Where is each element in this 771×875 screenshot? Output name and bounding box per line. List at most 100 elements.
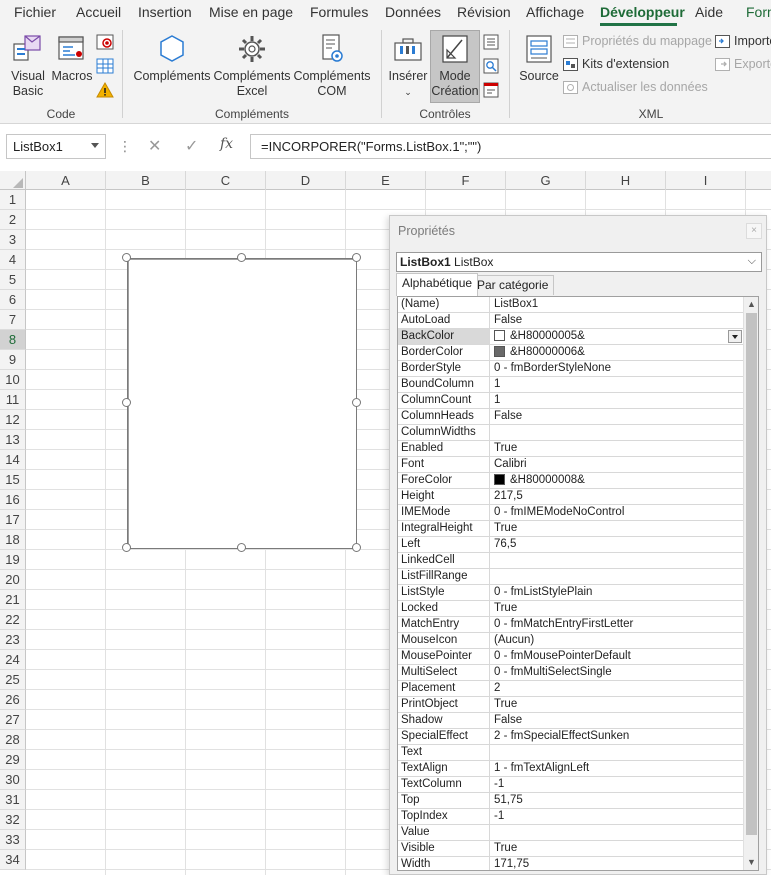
row-header[interactable]: 18 <box>0 530 26 550</box>
property-row[interactable]: AutoLoad False <box>398 313 744 329</box>
formula-input[interactable]: =INCORPORER("Forms.ListBox.1";"") <box>250 134 771 159</box>
property-row[interactable]: ListFillRange <box>398 569 744 585</box>
row-header[interactable]: 30 <box>0 770 26 790</box>
column-header[interactable]: F <box>426 171 506 190</box>
kits-extension-button[interactable]: Kits d'extension <box>563 57 669 72</box>
property-value[interactable] <box>491 745 744 760</box>
property-row[interactable]: BorderColor &H80000006& <box>398 345 744 361</box>
property-value[interactable] <box>491 553 744 568</box>
column-header[interactable]: A <box>26 171 106 190</box>
property-value[interactable]: &H80000005& <box>491 329 744 344</box>
property-row[interactable]: ListStyle 0 - fmListStylePlain <box>398 585 744 601</box>
property-scrollbar[interactable]: ▲ ▼ <box>743 297 758 870</box>
row-header[interactable]: 32 <box>0 810 26 830</box>
tab-developpeur[interactable]: Développeur <box>600 4 685 20</box>
row-header[interactable]: 8 <box>0 330 26 350</box>
row-header[interactable]: 16 <box>0 490 26 510</box>
tab-insertion[interactable]: Insertion <box>138 4 192 20</box>
row-header[interactable]: 21 <box>0 590 26 610</box>
object-selector[interactable]: ListBox1 ListBox ⌵ <box>396 252 762 272</box>
property-value[interactable]: -1 <box>491 777 744 792</box>
row-header[interactable]: 9 <box>0 350 26 370</box>
property-value[interactable]: ListBox1 <box>491 297 744 312</box>
property-value[interactable]: 0 - fmListStylePlain <box>491 585 744 600</box>
row-header[interactable]: 7 <box>0 310 26 330</box>
property-row[interactable]: Locked True <box>398 601 744 617</box>
row-header[interactable]: 12 <box>0 410 26 430</box>
property-row[interactable]: TextColumn -1 <box>398 777 744 793</box>
macros-button[interactable]: Macros <box>50 32 94 84</box>
tab-par-categorie[interactable]: Par catégorie <box>471 275 555 295</box>
property-value[interactable]: (Aucun) <box>491 633 744 648</box>
property-value[interactable]: True <box>491 441 744 456</box>
row-header[interactable]: 6 <box>0 290 26 310</box>
column-header[interactable]: D <box>266 171 346 190</box>
property-row[interactable]: LinkedCell <box>398 553 744 569</box>
tab-donnees[interactable]: Données <box>385 4 441 20</box>
scroll-up-icon[interactable]: ▲ <box>744 297 758 312</box>
property-row[interactable]: (Name) ListBox1 <box>398 297 744 313</box>
resize-handle-top[interactable] <box>237 253 246 262</box>
property-row[interactable]: Width 171,75 <box>398 857 744 870</box>
tab-formules[interactable]: Formules <box>310 4 368 20</box>
property-value[interactable]: &H80000008& <box>491 473 744 488</box>
property-value[interactable]: 0 - fmBorderStyleNone <box>491 361 744 376</box>
column-header[interactable]: H <box>586 171 666 190</box>
property-value[interactable] <box>491 425 744 440</box>
close-icon[interactable]: × <box>746 223 762 239</box>
row-header[interactable]: 33 <box>0 830 26 850</box>
property-value[interactable]: False <box>491 313 744 328</box>
row-header[interactable]: 15 <box>0 470 26 490</box>
property-row[interactable]: ColumnCount 1 <box>398 393 744 409</box>
property-value[interactable]: 1 <box>491 393 744 408</box>
row-header[interactable]: 31 <box>0 790 26 810</box>
tab-alphabetique[interactable]: Alphabétique <box>396 273 479 296</box>
resize-handle-right[interactable] <box>352 398 361 407</box>
property-row[interactable]: BorderStyle 0 - fmBorderStyleNone <box>398 361 744 377</box>
complements-com-button[interactable]: Compléments COM <box>292 32 372 99</box>
property-row[interactable]: BackColor &H80000005& <box>398 329 744 345</box>
row-header[interactable]: 34 <box>0 850 26 870</box>
property-value[interactable]: False <box>491 713 744 728</box>
row-header[interactable]: 19 <box>0 550 26 570</box>
row-header[interactable]: 5 <box>0 270 26 290</box>
column-header[interactable]: B <box>106 171 186 190</box>
property-value[interactable] <box>491 569 744 584</box>
tab-mise-en-page[interactable]: Mise en page <box>209 4 293 20</box>
property-value[interactable]: 217,5 <box>491 489 744 504</box>
property-value[interactable]: 2 - fmSpecialEffectSunken <box>491 729 744 744</box>
resize-handle-bottom-right[interactable] <box>352 543 361 552</box>
property-value[interactable]: 1 <box>491 377 744 392</box>
property-row[interactable]: BoundColumn 1 <box>398 377 744 393</box>
row-header[interactable]: 29 <box>0 750 26 770</box>
source-button[interactable]: Source <box>514 32 564 84</box>
row-header[interactable]: 28 <box>0 730 26 750</box>
resize-handle-left[interactable] <box>122 398 131 407</box>
tab-aide[interactable]: Aide <box>695 4 723 20</box>
property-row[interactable]: TextAlign 1 - fmTextAlignLeft <box>398 761 744 777</box>
property-row[interactable]: Visible True <box>398 841 744 857</box>
row-header[interactable]: 11 <box>0 390 26 410</box>
row-header[interactable]: 1 <box>0 190 26 210</box>
importer-button[interactable]: Importer <box>715 34 771 49</box>
tab-affichage[interactable]: Affichage <box>526 4 584 20</box>
property-row[interactable]: Value <box>398 825 744 841</box>
property-value[interactable]: Calibri <box>491 457 744 472</box>
property-value[interactable]: 51,75 <box>491 793 744 808</box>
record-macro-icon[interactable] <box>96 34 114 50</box>
relative-references-icon[interactable] <box>96 58 114 74</box>
column-header[interactable]: G <box>506 171 586 190</box>
row-header[interactable]: 26 <box>0 690 26 710</box>
select-all-corner[interactable] <box>0 171 26 190</box>
inserer-button[interactable]: Insérer ⌄ <box>386 32 430 100</box>
property-value[interactable]: True <box>491 521 744 536</box>
cancel-icon[interactable]: ✕ <box>148 136 161 156</box>
mode-creation-button[interactable]: Mode Création <box>430 32 480 99</box>
property-row[interactable]: Height 217,5 <box>398 489 744 505</box>
row-header[interactable]: 10 <box>0 370 26 390</box>
row-header[interactable]: 17 <box>0 510 26 530</box>
property-row[interactable]: IntegralHeight True <box>398 521 744 537</box>
property-value[interactable]: 1 - fmTextAlignLeft <box>491 761 744 776</box>
row-header[interactable]: 20 <box>0 570 26 590</box>
scroll-down-icon[interactable]: ▼ <box>744 855 758 870</box>
